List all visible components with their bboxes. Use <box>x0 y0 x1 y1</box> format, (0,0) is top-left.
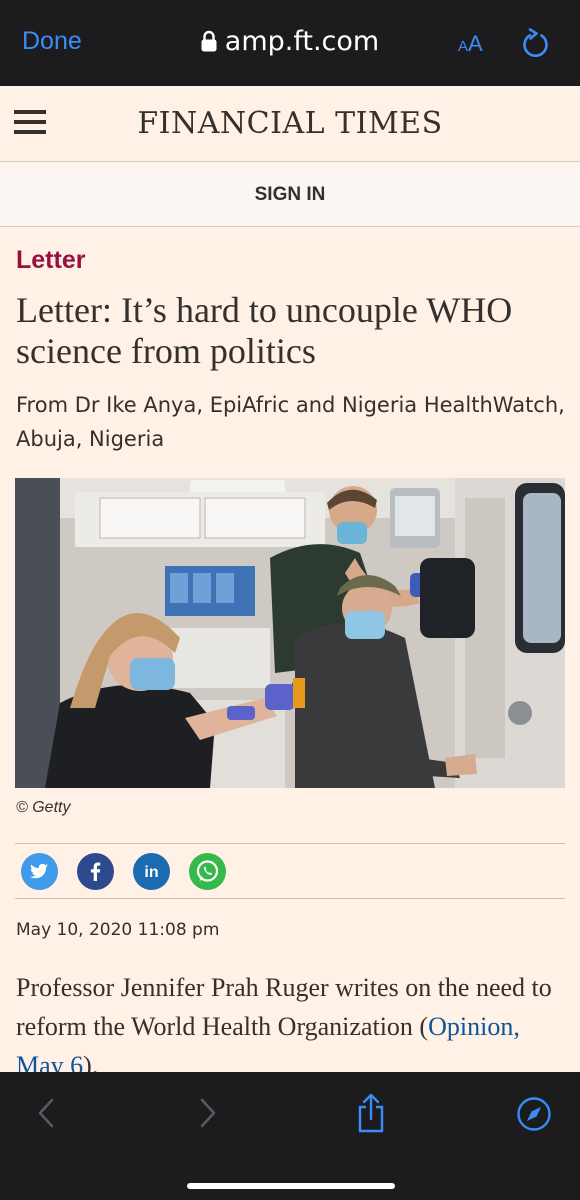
article-body-viewport: Professor Jennifer Prah Ruger writes on … <box>0 960 580 1072</box>
article-byline: From Dr Ike Anya, EpiAfric and Nigeria H… <box>16 393 565 451</box>
text-size-small-glyph: A <box>458 38 469 55</box>
article-image <box>15 478 565 788</box>
browser-bottom-bar <box>0 1072 580 1200</box>
article-date: May 10, 2020 11:08 pm <box>16 920 220 940</box>
site-header: FINANCIAL TIMES <box>0 86 580 162</box>
home-indicator <box>187 1183 395 1189</box>
article-body: Professor Jennifer Prah Ruger writes on … <box>16 968 568 1072</box>
address-bar[interactable]: amp.ft.com <box>0 26 580 59</box>
reload-icon[interactable] <box>521 26 551 63</box>
article-headline: Letter: It’s hard to uncouple WHO scienc… <box>16 290 513 371</box>
lock-icon <box>201 28 217 59</box>
sign-in-link[interactable]: SIGN IN <box>0 184 580 206</box>
article-kicker[interactable]: Letter <box>16 246 85 275</box>
twitter-share-icon[interactable] <box>21 853 58 890</box>
body-text-end: ). <box>83 1051 99 1072</box>
back-icon[interactable] <box>34 1095 58 1136</box>
image-caption: © Getty <box>16 799 71 816</box>
svg-text:in: in <box>144 864 158 881</box>
share-icon[interactable] <box>355 1092 387 1139</box>
url-text: amp.ft.com <box>224 26 380 57</box>
browser-top-bar: Done amp.ft.com AA <box>0 0 580 86</box>
forward-icon[interactable] <box>196 1095 220 1136</box>
share-bar: in <box>15 843 565 899</box>
site-logo[interactable]: FINANCIAL TIMES <box>0 106 580 141</box>
whatsapp-share-icon[interactable] <box>189 853 226 890</box>
sign-in-bar: SIGN IN <box>0 163 580 227</box>
facebook-share-icon[interactable] <box>77 853 114 890</box>
text-size-large-glyph: A <box>468 31 483 56</box>
compass-icon[interactable] <box>516 1096 552 1137</box>
text-size-button[interactable]: AA <box>458 31 483 57</box>
linkedin-share-icon[interactable]: in <box>133 853 170 890</box>
